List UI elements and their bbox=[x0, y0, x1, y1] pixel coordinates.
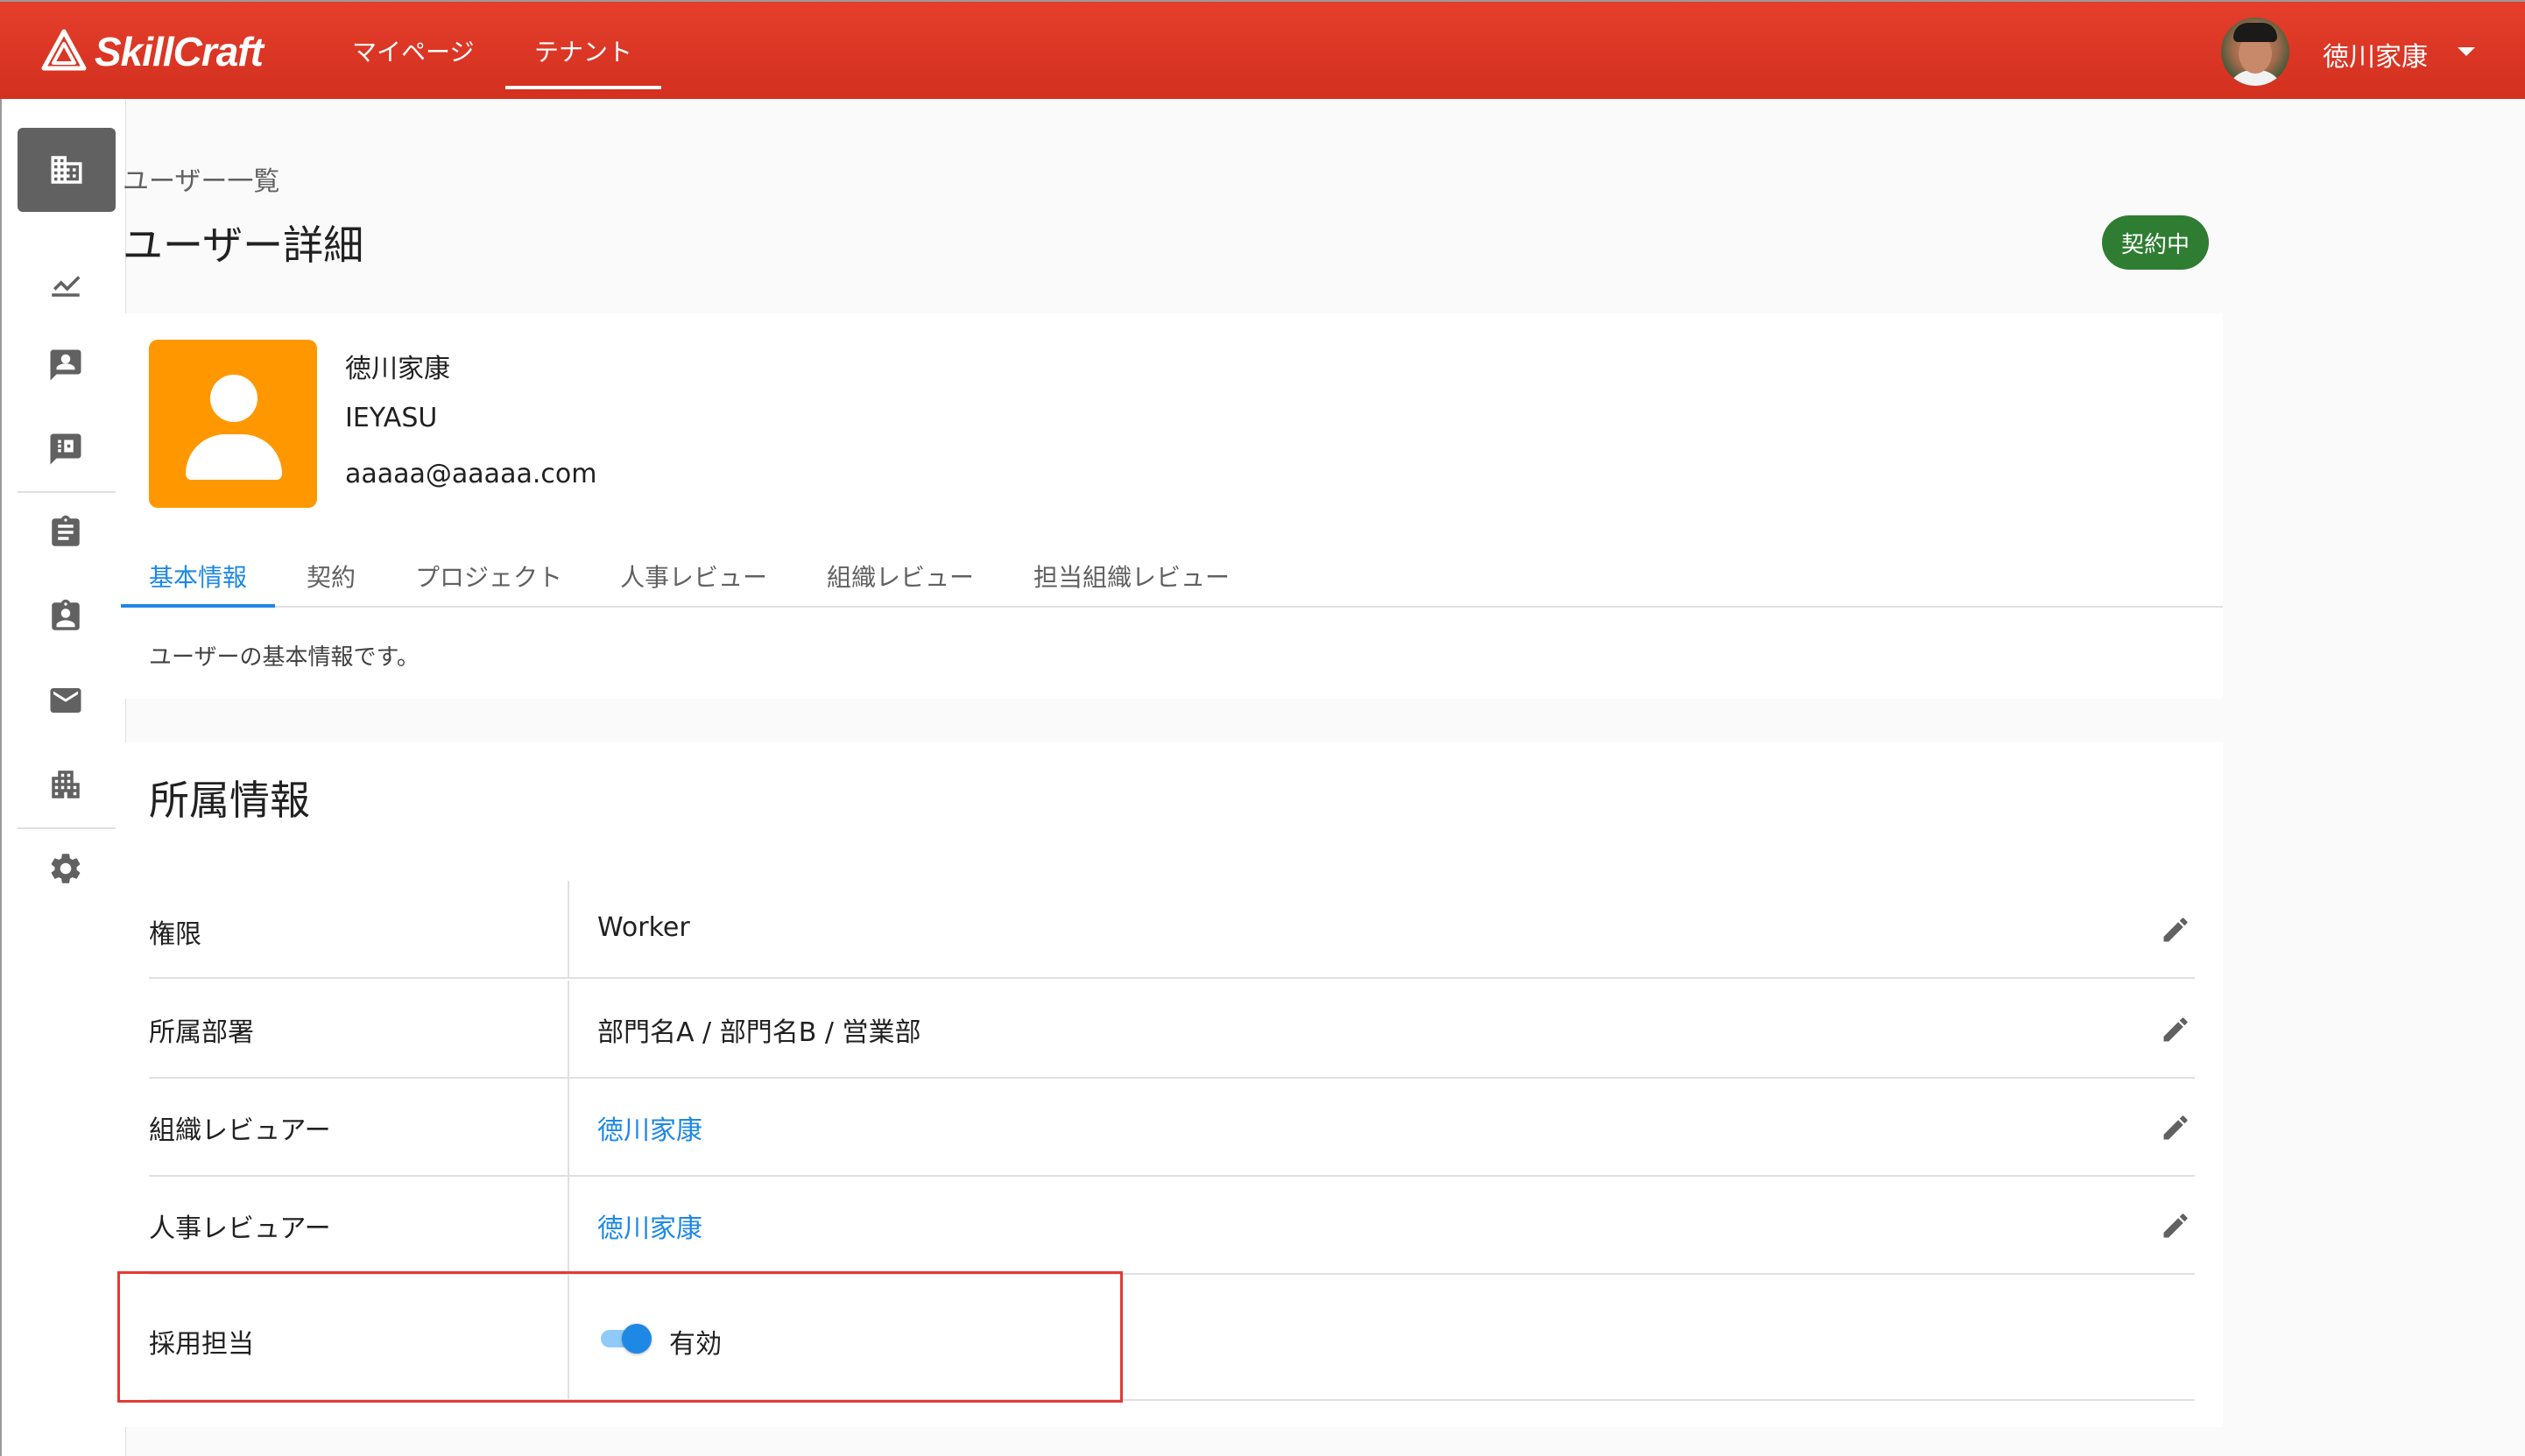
row-value: 部門名A / 部門名B / 営業部 bbox=[597, 1017, 921, 1048]
sidebar-item-settings[interactable] bbox=[47, 850, 84, 887]
tab-description: ユーザーの基本情報です。 bbox=[149, 644, 420, 671]
clipboard-icon bbox=[52, 515, 80, 546]
tab-hr-review[interactable]: 人事レビュー bbox=[620, 559, 767, 608]
tab-contract[interactable]: 契約 bbox=[307, 559, 356, 608]
tab-org-review[interactable]: 組織レビュー bbox=[827, 559, 974, 608]
row-value: Worker bbox=[597, 912, 690, 943]
pencil-icon bbox=[2163, 1017, 2188, 1042]
clipboard-account-icon bbox=[52, 599, 80, 630]
app-header: SkillCraft マイページ テナント 徳川家康 bbox=[0, 0, 2525, 99]
sidebar-divider bbox=[18, 827, 116, 829]
profile-image bbox=[149, 340, 317, 508]
highlight-box bbox=[117, 1271, 1123, 1403]
row-label: 組織レビュアー bbox=[149, 1115, 331, 1146]
row-label: 権限 bbox=[149, 919, 201, 950]
table-row: 権限 Worker bbox=[149, 881, 2195, 979]
profile-email: aaaaa@aaaaa.com bbox=[345, 459, 597, 489]
person-icon bbox=[210, 375, 257, 422]
status-badge: 契約中 bbox=[2102, 215, 2209, 270]
gear-icon bbox=[51, 854, 81, 883]
tab-project[interactable]: プロジェクト bbox=[415, 559, 562, 608]
pencil-icon bbox=[2163, 918, 2188, 942]
sidebar-item-clipboard-account[interactable] bbox=[47, 598, 84, 635]
sidebar-item-clipboard[interactable] bbox=[47, 514, 84, 551]
sidebar-item-profile[interactable] bbox=[47, 347, 84, 383]
table-row: 組織レビュアー 徳川家康 bbox=[149, 1079, 2195, 1177]
sidebar bbox=[0, 99, 126, 1456]
edit-button[interactable] bbox=[2156, 1010, 2195, 1049]
row-label: 人事レビュアー bbox=[149, 1213, 331, 1244]
table-row: 人事レビュアー 徳川家康 bbox=[149, 1177, 2195, 1275]
profile-card-icon bbox=[50, 349, 81, 381]
detail-tabs: 基本情報 契約 プロジェクト 人事レビュー 組織レビュー 担当組織レビュー bbox=[120, 543, 2223, 608]
edit-button[interactable] bbox=[2156, 1206, 2195, 1245]
nav-tab-mypage[interactable]: マイページ bbox=[352, 33, 474, 68]
page-title: ユーザー詳細 bbox=[123, 222, 364, 269]
sidebar-item-chat-building[interactable] bbox=[47, 431, 84, 468]
pencil-icon bbox=[2163, 1115, 2188, 1140]
row-label: 所属部署 bbox=[149, 1017, 254, 1048]
sidebar-divider bbox=[18, 491, 116, 493]
skillcraft-logo-icon bbox=[41, 29, 87, 71]
org-reviewer-link[interactable]: 徳川家康 bbox=[597, 1108, 702, 1147]
avatar[interactable] bbox=[2221, 18, 2289, 86]
profile-login-id: IEYASU bbox=[345, 403, 438, 433]
hr-reviewer-link[interactable]: 徳川家康 bbox=[597, 1206, 702, 1245]
trending-up-icon bbox=[52, 276, 81, 297]
table-row: 所属部署 部門名A / 部門名B / 営業部 bbox=[149, 981, 2195, 1079]
profile-name: 徳川家康 bbox=[345, 354, 450, 384]
building-icon bbox=[51, 156, 82, 184]
mail-icon bbox=[50, 688, 81, 713]
logo-text: SkillCraft bbox=[95, 29, 264, 74]
sidebar-item-mail[interactable] bbox=[47, 682, 84, 719]
logo[interactable]: SkillCraft bbox=[40, 28, 264, 75]
edit-button[interactable] bbox=[2156, 1108, 2195, 1147]
nav-tab-tenant[interactable]: テナント bbox=[504, 33, 662, 89]
profile-card: 徳川家康 IEYASU aaaaa@aaaaa.com 基本情報 契約 プロジェ… bbox=[120, 313, 2223, 699]
apartment-icon bbox=[52, 770, 80, 798]
edit-button[interactable] bbox=[2156, 911, 2195, 949]
user-menu-name[interactable]: 徳川家康 bbox=[2323, 35, 2428, 74]
chat-building-icon bbox=[50, 433, 81, 465]
breadcrumb[interactable]: ユーザー一覧 bbox=[123, 159, 279, 198]
tab-basic-info[interactable]: 基本情報 bbox=[120, 559, 276, 608]
sidebar-item-trending[interactable] bbox=[47, 264, 84, 301]
sidebar-item-building[interactable] bbox=[18, 128, 116, 212]
sidebar-item-apartment[interactable] bbox=[47, 766, 84, 803]
tab-assigned-org-review[interactable]: 担当組織レビュー bbox=[1033, 559, 1230, 608]
section-title: 所属情報 bbox=[149, 777, 310, 824]
chevron-down-icon[interactable] bbox=[2458, 47, 2475, 56]
pencil-icon bbox=[2163, 1213, 2188, 1238]
